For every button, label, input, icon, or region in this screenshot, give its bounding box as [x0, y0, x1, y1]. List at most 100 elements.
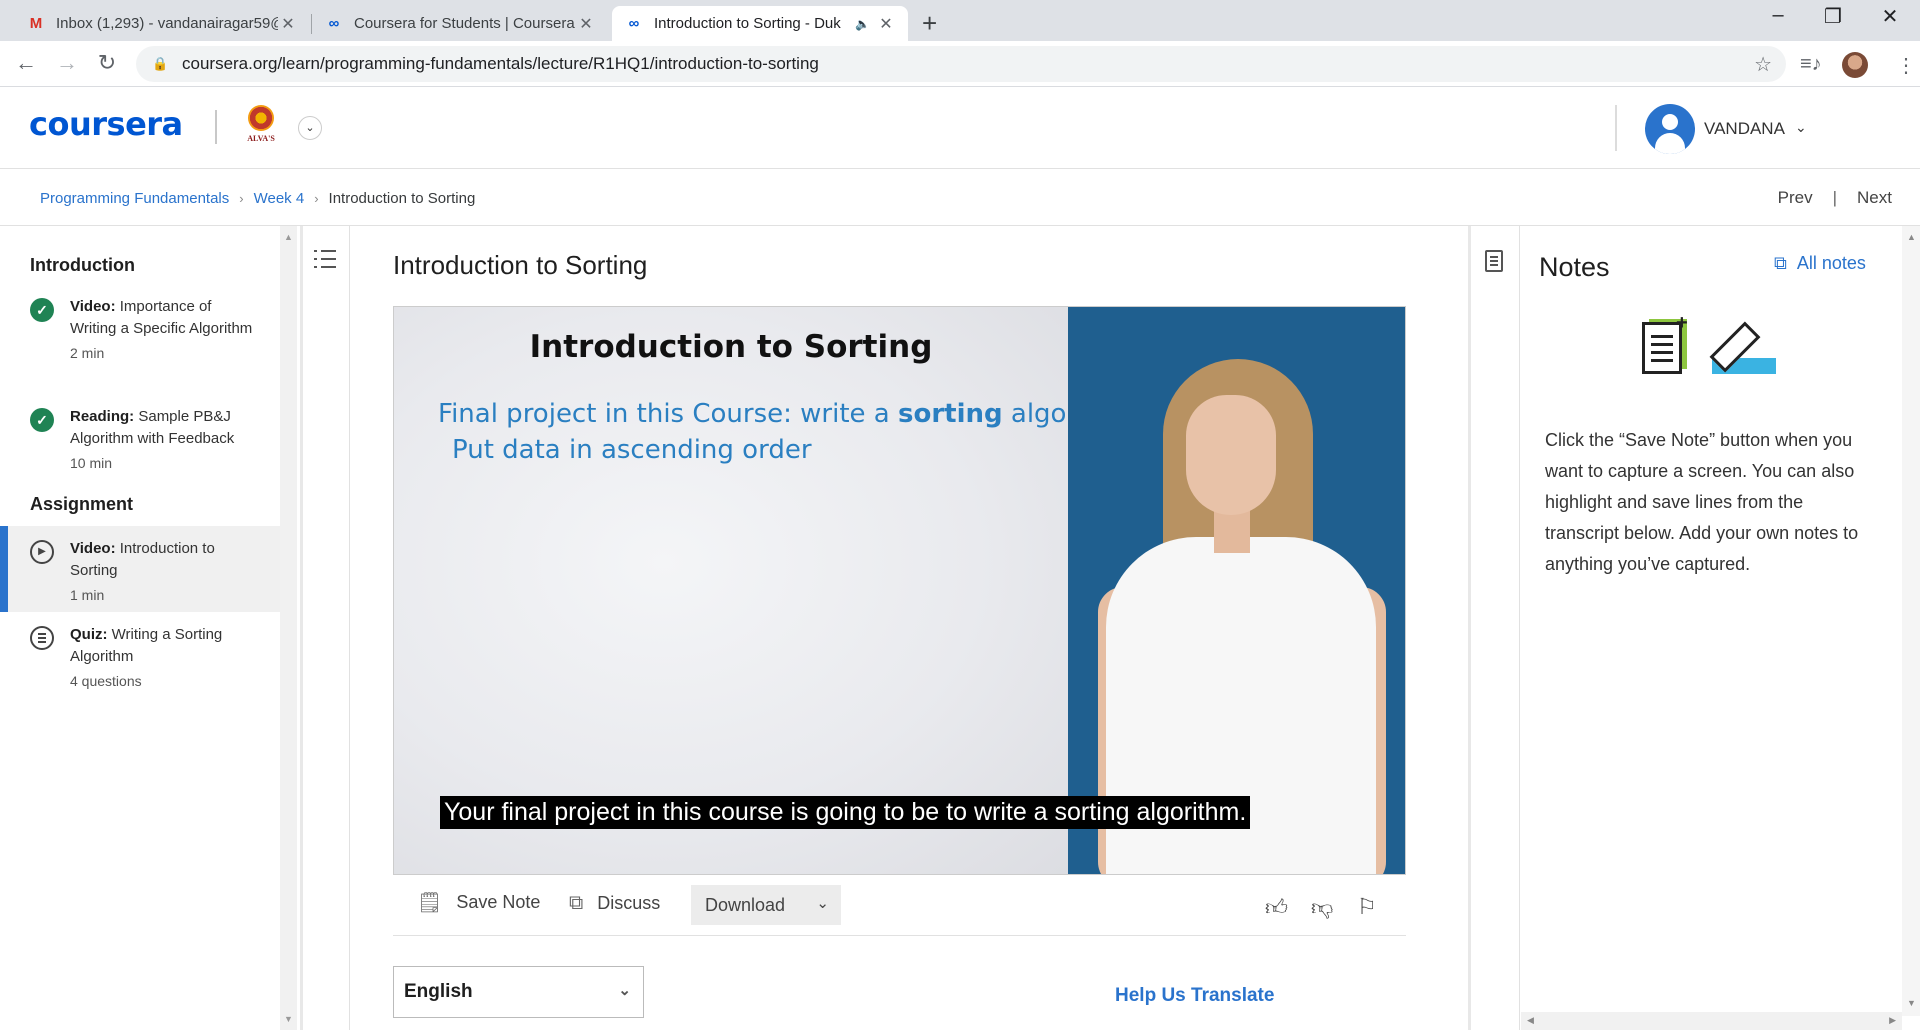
notes-description: Click the “Save Note” button when you wa…: [1545, 430, 1859, 574]
sidebar-scrollbar[interactable]: ▲ ▼: [280, 226, 297, 1030]
list-dot: [314, 266, 317, 268]
external-link-icon: ⧉: [1774, 253, 1787, 273]
url-text: coursera.org/learn/programming-fundament…: [182, 54, 819, 73]
save-note-button[interactable]: 🗒 Save Note: [417, 890, 540, 915]
download-label: Download: [705, 894, 786, 915]
thumbs-up-icon[interactable]: 👍︎: [1265, 894, 1288, 921]
doc-line: [1651, 343, 1673, 346]
reload-icon[interactable]: ↻: [93, 50, 121, 76]
notes-illustration: +: [1640, 312, 1780, 378]
media-control-icon[interactable]: ≡♪: [1800, 53, 1822, 76]
sidebar-item-sample-pbj[interactable]: ✓ Reading: Sample PB&J Algorithm with Fe…: [0, 406, 280, 472]
sidebar-item-introduction-to-sorting[interactable]: ▶ Video: Introduction to Sorting 1 min: [0, 526, 280, 612]
slide-line-1-start: Final project in this Course: write a: [438, 399, 898, 429]
browser-tabstrip: M Inbox (1,293) - vandanairagar59@ ✕ ∞ C…: [0, 0, 1920, 41]
user-name[interactable]: VANDANA: [1704, 119, 1785, 139]
scroll-down-arrow-icon[interactable]: ▼: [284, 1014, 293, 1024]
list-line: [321, 258, 336, 260]
browser-profile-avatar[interactable]: [1842, 52, 1868, 78]
item-type: Reading:: [70, 408, 135, 425]
address-bar[interactable]: 🔒 coursera.org/learn/programming-fundame…: [136, 46, 1786, 82]
play-circle-icon: ▶: [30, 540, 54, 564]
coursera-logo[interactable]: coursera: [29, 105, 183, 143]
lock-icon[interactable]: 🔒: [152, 56, 168, 72]
back-icon[interactable]: ←: [12, 50, 40, 76]
item-duration: 4 questions: [70, 673, 142, 689]
speaker-icon[interactable]: 🔈: [855, 17, 870, 31]
close-icon[interactable]: ✕: [576, 14, 596, 34]
quiz-list-icon: [30, 626, 54, 650]
nav-divider: |: [1832, 188, 1838, 207]
window-close-icon[interactable]: ✕: [1870, 4, 1910, 29]
tab-gmail[interactable]: M Inbox (1,293) - vandanairagar59@ ✕: [14, 6, 310, 41]
coursera-icon: ∞: [328, 15, 340, 32]
note-add-icon: 🗒: [417, 892, 443, 914]
scroll-down-arrow-icon[interactable]: ▼: [1907, 998, 1916, 1008]
chevron-down-icon: ⌄: [618, 982, 631, 999]
notes-title: Notes: [1539, 252, 1610, 282]
video-slide: Introduction to Sorting Final project in…: [394, 307, 1136, 874]
list-toggle-icon[interactable]: [314, 248, 336, 270]
close-icon[interactable]: ✕: [876, 14, 896, 34]
item-type: Video:: [70, 540, 116, 557]
download-dropdown[interactable]: Download ⌄: [691, 885, 841, 925]
scroll-right-arrow-icon[interactable]: ▶: [1889, 1015, 1896, 1026]
avatar-body: [1655, 133, 1685, 154]
institution-label: ALVA'S: [247, 134, 275, 143]
tab-title: Introduction to Sorting - Duk: [654, 15, 841, 32]
scroll-up-arrow-icon[interactable]: ▲: [284, 232, 293, 242]
scroll-up-arrow-icon[interactable]: ▲: [1907, 232, 1916, 242]
notes-horizontal-scrollbar[interactable]: ◀ ▶: [1521, 1012, 1902, 1030]
all-notes-link[interactable]: ⧉ All notes: [1774, 253, 1866, 274]
breadcrumb-course[interactable]: Programming Fundamentals: [40, 190, 229, 207]
sidebar-item-text: Video: Introduction to Sorting 1 min: [70, 538, 260, 606]
coursera-icon: ∞: [628, 15, 640, 32]
all-notes-label: All notes: [1796, 253, 1866, 273]
minimize-icon[interactable]: –: [1758, 4, 1798, 27]
list-dot: [314, 258, 317, 260]
breadcrumb: Programming Fundamentals › Week 4 › Intr…: [40, 190, 475, 207]
slide-title: Introduction to Sorting: [529, 329, 933, 365]
restore-icon[interactable]: ❐: [1813, 4, 1853, 29]
user-avatar[interactable]: [1645, 104, 1695, 154]
sidebar-item-importance-of-algorithm[interactable]: ✓ Video: Importance of Writing a Specifi…: [0, 296, 280, 378]
list-line: [321, 250, 336, 252]
slide-line-1: Final project in this Course: write a so…: [438, 399, 1136, 429]
tab-coursera-students[interactable]: ∞ Coursera for Students | Coursera ✕: [312, 6, 608, 41]
language-value: English: [404, 981, 473, 1002]
presenter-video: [1068, 307, 1405, 874]
notes-icon[interactable]: [1485, 250, 1503, 272]
browser-menu-icon[interactable]: ⋮: [1896, 53, 1916, 78]
tab-introduction-to-sorting[interactable]: ∞ Introduction to Sorting - Duk 🔈 ✕: [612, 6, 908, 41]
institution-dropdown-chevron-icon[interactable]: ⌄: [298, 116, 322, 140]
flag-icon[interactable]: ⚐: [1357, 894, 1377, 920]
discuss-label: Discuss: [597, 893, 661, 913]
avatar-head: [1662, 114, 1678, 130]
notes-vertical-scrollbar[interactable]: ▲ ▼: [1902, 226, 1920, 1016]
doc-line: [1651, 335, 1673, 338]
check-circle-icon: ✓: [30, 298, 54, 322]
close-icon[interactable]: ✕: [278, 14, 298, 34]
section-title-introduction: Introduction: [30, 255, 135, 275]
language-select[interactable]: English ⌄: [393, 966, 644, 1018]
forward-icon[interactable]: →: [53, 50, 81, 76]
list-dot: [314, 250, 317, 252]
discuss-button[interactable]: ⧉ Discuss: [569, 892, 660, 915]
sidebar-item-quiz-sorting[interactable]: Quiz: Writing a Sorting Algorithm 4 ques…: [0, 624, 280, 690]
item-duration: 10 min: [70, 455, 113, 471]
notes-toggle-column: [1471, 226, 1520, 1030]
thumbs-down-icon[interactable]: 👎︎: [1311, 894, 1333, 921]
institution-logo[interactable]: ALVA'S: [242, 105, 280, 149]
slide-line-2: Put data in ascending order: [452, 435, 812, 465]
next-button[interactable]: Next: [1857, 188, 1892, 208]
scroll-left-arrow-icon[interactable]: ◀: [1527, 1015, 1534, 1026]
video-player[interactable]: Introduction to Sorting Final project in…: [393, 306, 1406, 875]
institution-emblem-icon: [248, 105, 274, 131]
help-us-translate-link[interactable]: Help Us Translate: [1115, 985, 1274, 1007]
prev-button[interactable]: Prev: [1778, 188, 1813, 208]
breadcrumb-week[interactable]: Week 4: [254, 190, 305, 207]
new-tab-button[interactable]: +: [922, 8, 937, 39]
item-duration: 2 min: [70, 345, 105, 361]
chevron-down-icon[interactable]: ⌄: [1795, 119, 1807, 136]
bookmark-star-icon[interactable]: ☆: [1754, 52, 1772, 77]
